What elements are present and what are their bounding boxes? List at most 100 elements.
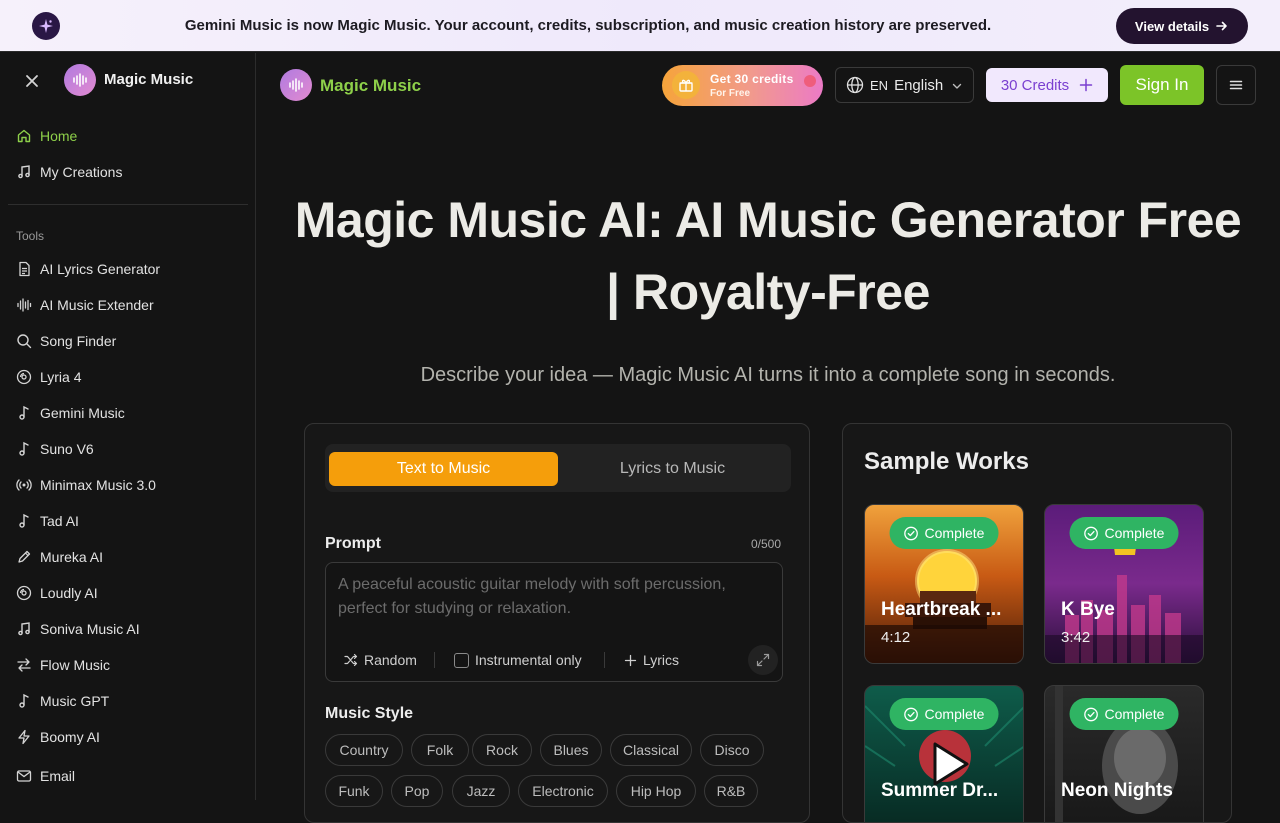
sidebar-item-label: Gemini Music <box>40 405 125 421</box>
sidebar-item-label: Boomy AI <box>40 729 100 745</box>
sidebar-item-email[interactable]: Email <box>16 764 75 788</box>
toolbar-divider <box>434 652 435 668</box>
search-icon <box>17 334 32 349</box>
sidebar-item-ai-lyrics-generator[interactable]: AI Lyrics Generator <box>16 257 160 281</box>
prompt-input[interactable] <box>338 573 770 625</box>
shuffle-icon <box>344 653 358 667</box>
waveform-logo-icon <box>289 78 303 92</box>
prompt-box: Random Instrumental only Lyrics <box>325 562 783 682</box>
sign-in-button[interactable]: Sign In <box>1120 65 1204 105</box>
banner-message: Gemini Music is now Magic Music. Your ac… <box>184 17 992 34</box>
notification-dot <box>804 75 816 87</box>
sidebar-item-suno-v6[interactable]: Suno V6 <box>16 437 94 461</box>
style-chip-funk[interactable]: Funk <box>325 775 383 807</box>
sidebar-item-label: Flow Music <box>40 657 111 673</box>
sidebar-item-my-creations[interactable]: My Creations <box>16 160 122 184</box>
instrumental-label: Instrumental only <box>475 652 582 668</box>
credits-button[interactable]: 30 Credits <box>986 68 1108 102</box>
sample-work-card[interactable]: Complete Neon Nights <box>1044 685 1204 822</box>
lyrics-label: Lyrics <box>643 652 680 668</box>
sidebar-item-label: AI Music Extender <box>40 297 154 313</box>
expand-button[interactable] <box>748 645 778 675</box>
brand-logo[interactable] <box>64 64 96 96</box>
work-title: K Bye <box>1061 599 1115 620</box>
mode-tabs: Text to Music Lyrics to Music <box>325 444 791 492</box>
sidebar-item-ai-music-extender[interactable]: AI Music Extender <box>16 293 154 317</box>
status-label: Complete <box>924 706 985 722</box>
sidebar-divider <box>8 204 248 205</box>
work-title: Neon Nights <box>1061 780 1173 801</box>
sidebar-item-home[interactable]: Home <box>16 124 77 148</box>
style-chip-country[interactable]: Country <box>325 734 403 766</box>
document-icon <box>19 261 30 277</box>
sidebar-item-label: AI Lyrics Generator <box>40 261 161 277</box>
tab-lyrics-to-music[interactable]: Lyrics to Music <box>558 452 787 486</box>
sample-work-card[interactable]: Complete Summer Dr... <box>864 685 1024 822</box>
style-chip-pop[interactable]: Pop <box>391 775 443 807</box>
style-chip-hip-hop[interactable]: Hip Hop <box>616 775 696 807</box>
sidebar-item-loudly-ai[interactable]: Loudly AI <box>16 581 98 605</box>
disc-icon <box>16 585 32 601</box>
sidebar-item-minimax-music[interactable]: Minimax Music 3.0 <box>16 473 156 497</box>
hero-subtitle: Describe your idea — Magic Music AI turn… <box>420 364 1116 386</box>
sidebar-item-label: Song Finder <box>40 333 117 349</box>
style-chip-electronic[interactable]: Electronic <box>518 775 608 807</box>
music-note-icon <box>19 441 29 456</box>
music-style-label: Music Style <box>325 705 414 722</box>
sidebar-item-song-finder[interactable]: Song Finder <box>16 329 116 353</box>
sidebar-item-gemini-music[interactable]: Gemini Music <box>16 401 125 425</box>
sample-works-panel: Sample Works Complete Heartbreak ... 4:1… <box>842 423 1232 823</box>
sample-work-card[interactable]: Complete Heartbreak ... 4:12 <box>864 504 1024 664</box>
style-chip-folk[interactable]: Folk <box>411 734 469 766</box>
status-badge: Complete <box>889 698 999 730</box>
sample-work-card[interactable]: Complete K Bye 3:42 <box>1044 504 1204 664</box>
sidebar-item-label: Home <box>40 128 78 144</box>
instrumental-only-toggle[interactable]: Instrumental only <box>454 650 582 670</box>
sidebar-item-mureka-ai[interactable]: Mureka AI <box>16 545 103 569</box>
sample-works-title: Sample Works <box>864 448 1029 475</box>
globe-icon <box>846 76 864 94</box>
status-badge: Complete <box>889 517 999 549</box>
header-logo[interactable] <box>280 69 312 101</box>
sidebar-item-music-gpt[interactable]: Music GPT <box>16 689 109 713</box>
sidebar-item-label: Soniva Music AI <box>40 621 140 637</box>
add-lyrics-button[interactable]: Lyrics <box>624 650 679 670</box>
sidebar-item-flow-music[interactable]: Flow Music <box>16 653 110 677</box>
sidebar-item-boomy-ai[interactable]: Boomy AI <box>16 725 100 749</box>
sidebar-item-soniva-music-ai[interactable]: Soniva Music AI <box>16 617 140 641</box>
header-brand-name[interactable]: Magic Music <box>320 76 421 96</box>
random-button[interactable]: Random <box>344 650 417 670</box>
random-label: Random <box>364 652 417 668</box>
sidebar-item-label: Lyria 4 <box>40 369 82 385</box>
sidebar-item-tad-ai[interactable]: Tad AI <box>16 509 79 533</box>
lightning-icon <box>18 729 30 745</box>
work-duration: 4:12 <box>881 629 911 646</box>
music-generator-panel: Text to Music Lyrics to Music Prompt 0/5… <box>304 423 810 823</box>
pen-icon <box>18 550 31 563</box>
view-details-button[interactable]: View details <box>1116 8 1248 44</box>
waveform-logo-icon <box>73 73 87 87</box>
style-chip-jazz[interactable]: Jazz <box>452 775 510 807</box>
style-chip-rock[interactable]: Rock <box>472 734 532 766</box>
chevron-down-icon <box>952 83 962 89</box>
instrumental-checkbox[interactable] <box>454 652 469 668</box>
announcement-banner: Gemini Music is now Magic Music. Your ac… <box>0 0 1280 52</box>
arrow-right-icon <box>1216 21 1227 31</box>
style-chip-classical[interactable]: Classical <box>610 734 692 766</box>
status-badge: Complete <box>1069 698 1179 730</box>
disc-icon <box>16 369 32 385</box>
tab-text-to-music[interactable]: Text to Music <box>329 452 558 486</box>
mail-icon <box>16 770 32 782</box>
style-chip-blues[interactable]: Blues <box>540 734 602 766</box>
get-free-credits-button[interactable]: Get 30 credits For Free <box>662 65 823 106</box>
language-selector[interactable]: EN English <box>835 67 974 103</box>
style-chip-rnb[interactable]: R&B <box>704 775 758 807</box>
prompt-label: Prompt <box>325 535 381 552</box>
hero-title: Magic Music AI: AI Music Generator Free … <box>256 184 1280 328</box>
close-sidebar-button[interactable] <box>22 71 42 91</box>
hero-title-line2: | Royalty-Free <box>606 264 930 320</box>
style-chip-disco[interactable]: Disco <box>700 734 764 766</box>
plus-icon <box>1079 78 1093 92</box>
menu-button[interactable] <box>1216 65 1256 105</box>
sidebar-item-lyria-4[interactable]: Lyria 4 <box>16 365 82 389</box>
